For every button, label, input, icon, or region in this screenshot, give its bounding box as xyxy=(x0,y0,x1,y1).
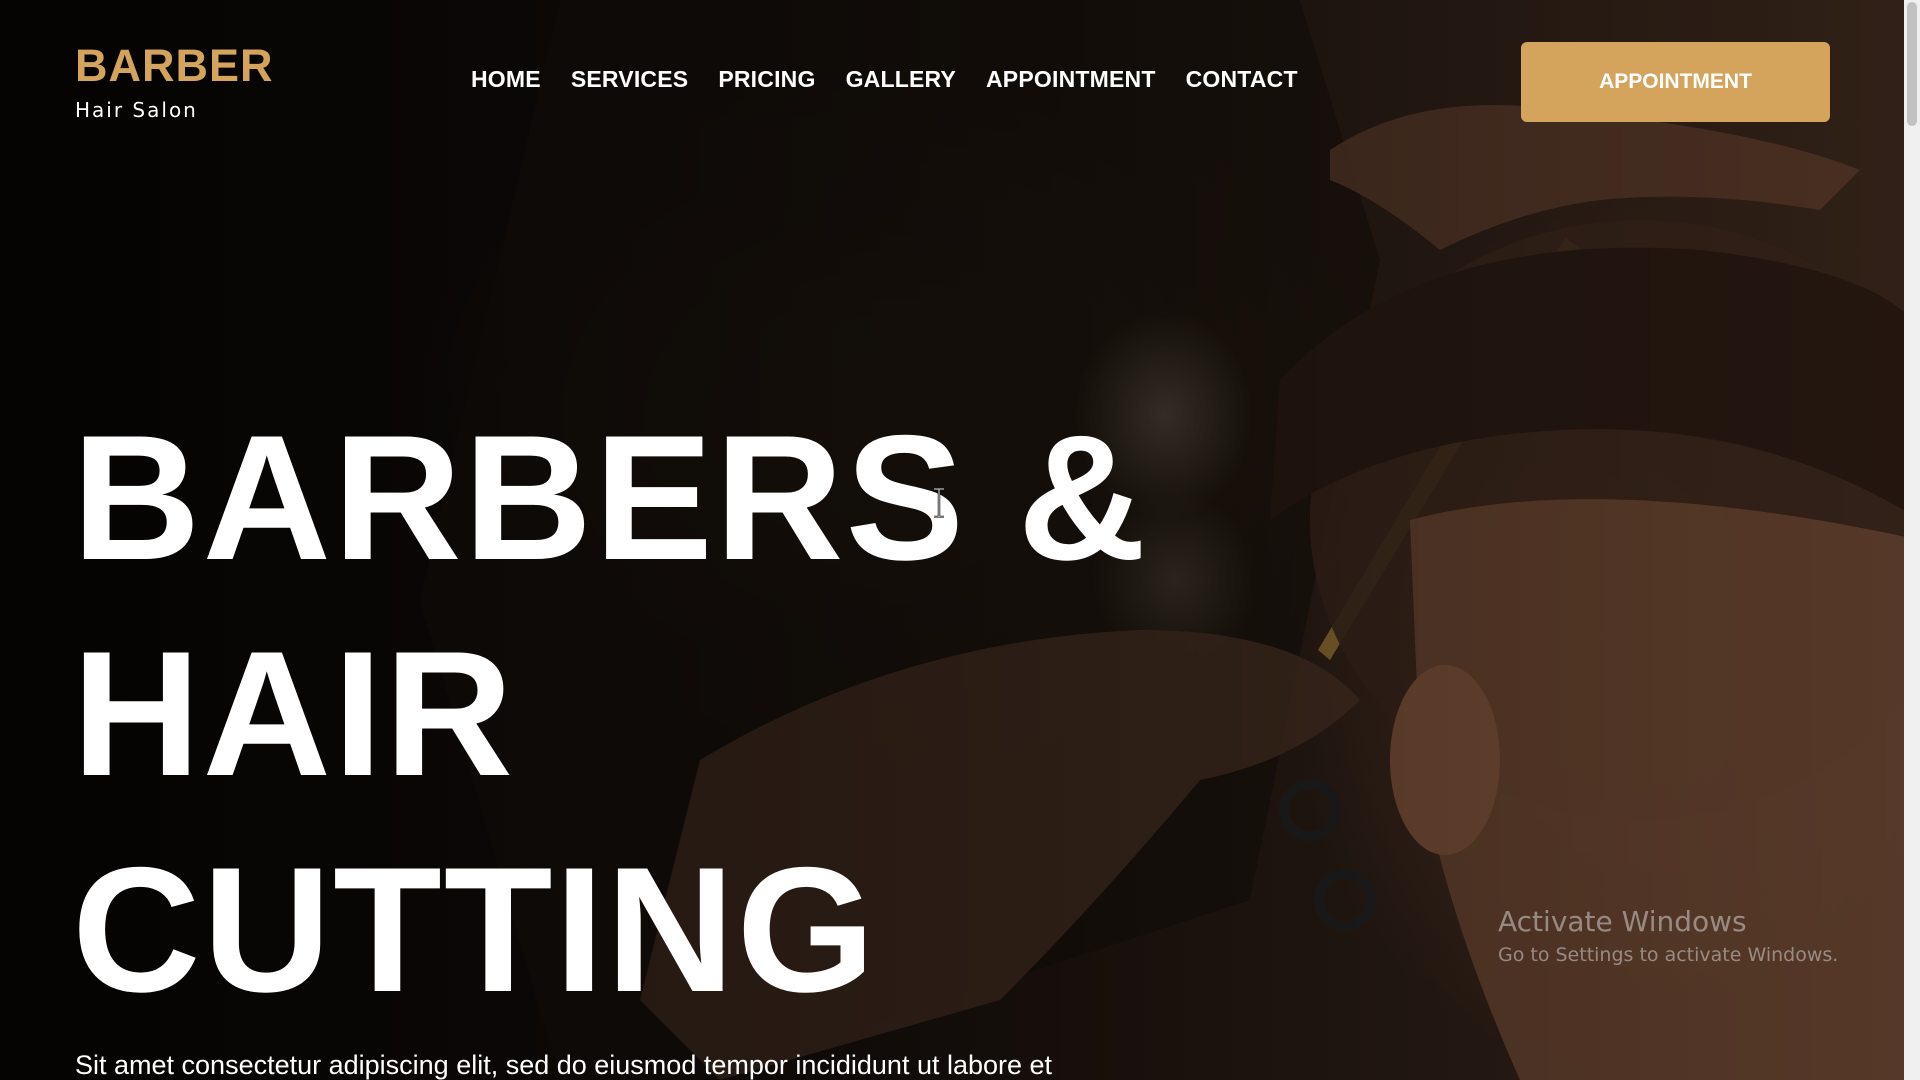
main-nav: HOME SERVICES PRICING GALLERY APPOINTMEN… xyxy=(471,66,1298,93)
nav-gallery[interactable]: GALLERY xyxy=(846,66,956,93)
appointment-button[interactable]: APPOINTMENT xyxy=(1521,42,1830,122)
logo-title: BARBER xyxy=(75,40,274,91)
page: BARBER Hair Salon HOME SERVICES PRICING … xyxy=(0,0,1920,1080)
logo-subtitle: Hair Salon xyxy=(75,98,198,122)
watermark-title: Activate Windows xyxy=(1498,905,1747,938)
nav-pricing[interactable]: PRICING xyxy=(718,66,815,93)
hero-title-line-1: BARBERS & xyxy=(72,398,1149,597)
activation-watermark: Activate Windows Go to Settings to activ… xyxy=(1498,905,1838,966)
site-logo[interactable]: BARBER Hair Salon xyxy=(75,40,274,122)
text-cursor-icon xyxy=(934,488,944,518)
nav-home[interactable]: HOME xyxy=(471,66,541,93)
hero-title-line-3: CUTTING xyxy=(72,830,878,1029)
nav-services[interactable]: SERVICES xyxy=(571,66,689,93)
nav-contact[interactable]: CONTACT xyxy=(1186,66,1298,93)
hero-title: BARBERS & HAIR CUTTING xyxy=(72,390,1148,1038)
hero-title-line-2: HAIR xyxy=(72,614,516,813)
hero-description: Sit amet consectetur adipiscing elit, se… xyxy=(75,1050,1053,1080)
watermark-subtitle: Go to Settings to activate Windows. xyxy=(1498,944,1839,966)
vertical-scrollbar[interactable] xyxy=(1904,0,1920,1080)
nav-appointment[interactable]: APPOINTMENT xyxy=(986,66,1156,93)
scrollbar-thumb[interactable] xyxy=(1907,2,1917,126)
